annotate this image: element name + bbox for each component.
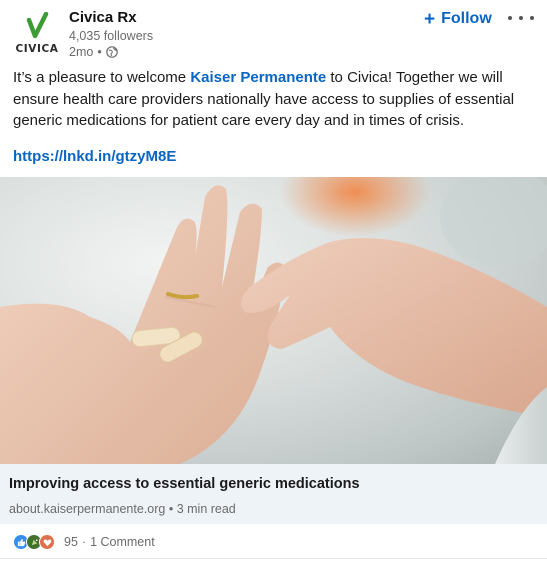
article-image[interactable] — [0, 177, 547, 464]
post-short-link[interactable]: https://lnkd.in/gtzyM8E — [13, 148, 176, 165]
action-divider — [0, 558, 547, 559]
reaction-icons[interactable] — [13, 534, 55, 550]
company-name-link[interactable]: Civica Rx — [69, 9, 137, 26]
post-body: It’s a pleasure to welcome Kaiser Perman… — [13, 67, 538, 132]
post-text-start: It’s a pleasure to welcome — [13, 69, 191, 86]
more-dot — [530, 16, 534, 20]
logo-wordmark: CIVICA — [15, 43, 59, 55]
meta-separator: • — [168, 502, 177, 516]
article-read-time: 3 min read — [176, 502, 236, 516]
article-source: about.kaiserpermanente.org • 3 min read — [9, 502, 236, 516]
more-dot — [519, 16, 523, 20]
love-icon — [39, 534, 55, 550]
follower-count: 4,035 followers — [69, 29, 154, 43]
comment-count-link[interactable]: 1 Comment — [90, 535, 155, 549]
reaction-count[interactable]: 95 — [64, 535, 78, 549]
feed-post: CIVICA Civica Rx 4,035 followers 2mo • +… — [0, 0, 547, 567]
more-dot — [508, 16, 512, 20]
post-meta: 2mo • — [69, 45, 118, 59]
follow-label: Follow — [441, 10, 492, 27]
social-counts: 95 · 1 Comment — [13, 533, 155, 551]
article-link-card[interactable]: Improving access to essential generic me… — [0, 464, 547, 524]
plus-icon: + — [424, 8, 436, 30]
mention-link[interactable]: Kaiser Permanente — [190, 69, 326, 86]
company-logo[interactable]: CIVICA — [15, 12, 59, 60]
hands-with-capsules-image — [0, 177, 547, 464]
article-domain: about.kaiserpermanente.org — [9, 502, 166, 516]
meta-separator: • — [97, 45, 102, 59]
article-title[interactable]: Improving access to essential generic me… — [9, 476, 360, 492]
checkmark-logo-icon — [26, 12, 49, 39]
follow-button[interactable]: + Follow — [424, 8, 492, 30]
globe-icon — [105, 46, 118, 58]
post-time: 2mo — [69, 45, 94, 59]
more-options-icon[interactable] — [508, 10, 534, 26]
meta-separator: · — [81, 535, 87, 549]
